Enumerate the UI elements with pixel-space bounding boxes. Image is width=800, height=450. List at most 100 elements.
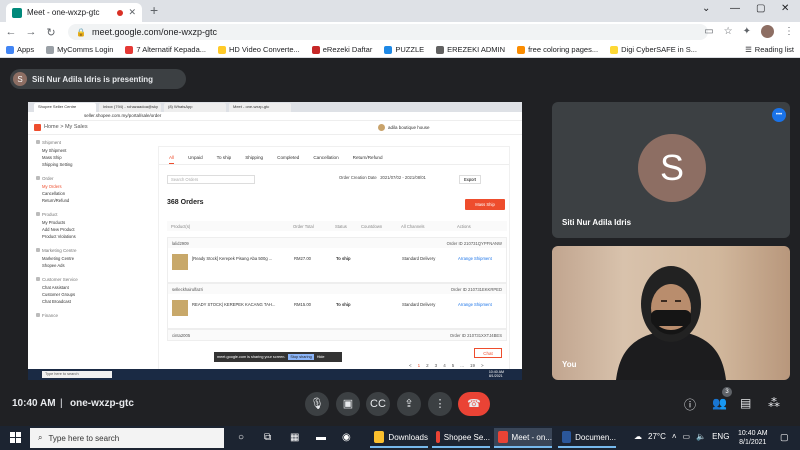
bookmark-favicon-icon [46,45,55,54]
sidebar-item: Shipping Setting [42,162,73,167]
presenting-bar: S Siti Nur Adila Idris is presenting [0,60,800,98]
order-tab: All [169,155,175,164]
shared-tab: Shopee Seller Centre [34,103,96,112]
bookmark-item[interactable]: Apps [6,45,34,54]
taskbar-app[interactable]: Documen... [558,428,616,448]
bookmark-item[interactable]: free coloring pages... [517,45,598,54]
meeting-code: one-wxzp-gtc [70,398,134,409]
shared-browser-tabs: Shopee Seller Centre Inbox (794) - rohaza… [28,102,522,112]
sidebar-section-icon [36,277,40,281]
captions-button[interactable]: CC [366,392,390,416]
reload-icon[interactable]: ↻ [42,26,60,39]
shopee-logo-icon [34,124,41,131]
url-text[interactable]: meet.google.com/one-wxzp-gtc [92,27,217,37]
camera-button[interactable]: ▣ [336,392,360,416]
bookmark-item[interactable]: MyComms Login [46,45,113,54]
taskbar-clock[interactable]: 10:40 AM 8/1/2021 [738,429,768,447]
taskbar-app[interactable]: Downloads [370,428,428,448]
time-separator: | [60,398,63,409]
minimize-icon[interactable]: — [730,3,740,14]
order-card: lalid2909 Order ID 210731QYPFNANW [Ready S… [167,237,507,283]
extensions-icon[interactable]: ✦ [743,26,751,37]
bookmark-item[interactable]: EREZEKI ADMIN [436,45,505,54]
leave-call-button[interactable]: ☎ [458,392,490,416]
presenting-chip[interactable]: S Siti Nur Adila Idris is presenting [10,69,186,89]
order-tab: Completed [277,155,300,160]
taskbar-app[interactable]: Meet - on... [494,428,552,448]
forward-icon[interactable]: → [22,26,40,38]
captions-icon: CC [370,398,386,410]
task-view-icon[interactable]: ⧉ [264,432,271,443]
tab-search-icon[interactable]: ⌄ [702,3,710,14]
omnibox[interactable]: 🔒 meet.google.com/one-wxzp-gtc [68,24,708,40]
more-options-button[interactable]: ⋮ [428,392,452,416]
notification-center-icon[interactable]: ▢ [780,432,789,443]
microphone-button[interactable]: 🎙 [305,392,329,416]
bookmark-item[interactable]: eRezeki Daftar [311,45,372,54]
present-button[interactable]: ⇪ [397,392,421,416]
network-icon[interactable]: ▭ [683,432,691,441]
weather-icon[interactable]: ☁ [634,432,642,441]
chat-icon[interactable]: ▤ [740,396,751,410]
volume-icon[interactable]: 🔈 [696,432,706,441]
close-tab-icon[interactable]: ✕ [128,7,136,18]
order-id: Order ID 210731EKKRPED [450,287,502,292]
bookmark-item[interactable]: PUZZLE [384,45,424,54]
page-link: 2 [426,363,429,368]
taskbar-app[interactable]: Shopee Se... [432,428,490,448]
windows-start-icon[interactable] [10,432,22,444]
bookmark-item[interactable]: HD Video Converte... [218,45,300,54]
lock-icon[interactable]: 🔒 [76,28,86,37]
tray-chevron-icon[interactable]: ˄ [672,432,677,441]
sidebar-section-title: Shipment [36,140,126,145]
shop-avatar [378,124,385,131]
cast-icon[interactable]: ▭ [704,26,713,37]
sidebar-item: My Orders [42,184,62,189]
bookmark-item[interactable]: 7 Alternatif Kepada... [125,45,206,54]
sidebar-section-title: Order [36,176,126,181]
cortana-icon[interactable]: ○ [238,432,244,443]
new-tab-button[interactable]: + [150,2,158,18]
shared-tab: Meet - one-wxzp-gtc [229,103,291,112]
sidebar-section: Shipment My Shipment Mass Ship Shipping Set… [36,140,126,168]
temperature[interactable]: 27°C [648,432,666,441]
recording-dot-icon [117,9,124,16]
reading-list[interactable]: ☰ Reading list [745,45,794,54]
order-card-header: lalid2909 Order ID 210731QYPFNANW [168,238,506,248]
present-icon: ⇪ [404,398,414,410]
explorer-icon[interactable]: ▬ [316,432,326,443]
bookmark-label: 7 Alternatif Kepada... [136,45,207,54]
menu-kebab-icon[interactable]: ⋮ [784,26,794,37]
activities-icon[interactable]: ⁂ [768,396,780,410]
back-icon[interactable]: ← [2,26,20,38]
shared-taskbar: Type here to search 10:40 AM 8/1/2021 [28,369,522,380]
participant-tile-self[interactable]: You [552,246,790,380]
sidebar-item: Shopee Ads [42,263,65,268]
meeting-details-icon[interactable]: ⓘ [684,396,696,413]
sidebar-section: Customer Service Chat Assistant Customer G… [36,277,126,305]
close-window-icon[interactable]: ✕ [781,3,789,14]
sidebar-section-title: Finance [36,313,126,318]
shared-screen: Shopee Seller Centre Inbox (794) - rohaza… [28,102,522,380]
order-product: [Ready Stock] Kerepek Pisang Aba 500g ..… [192,256,273,261]
sidebar-section-icon [36,313,40,317]
maximize-icon[interactable]: ▢ [756,3,765,14]
participant-tile-presenter[interactable]: ••• S Siti Nur Adila Idris [552,102,790,238]
bookmark-item[interactable]: Digi CyberSAFE in S... [610,45,697,54]
browser-tab-meet[interactable]: Meet - one-wxzp-gtc ✕ [6,3,142,22]
bookmark-label: free coloring pages... [528,45,599,54]
taskbar-search-box[interactable]: ⌕ Type here to search [30,428,224,448]
column-header: Order Total [293,224,314,229]
shopee-chat-button: Chat [474,348,502,358]
microphone-icon: 🎙 [310,398,324,410]
people-icon[interactable]: 👥 [712,396,727,410]
sidebar-section-icon [36,212,40,216]
order-product: READY STOCK| KEREPEK KACANG TAH... [192,302,276,307]
store-icon[interactable]: ▦ [290,432,299,443]
sidebar-section-icon [36,140,40,144]
page-link: 4 [443,363,446,368]
language-indicator[interactable]: ENG [712,432,729,441]
bookmark-star-icon[interactable]: ☆ [724,26,733,37]
chrome-icon[interactable]: ◉ [342,432,351,443]
profile-avatar[interactable] [761,25,774,38]
